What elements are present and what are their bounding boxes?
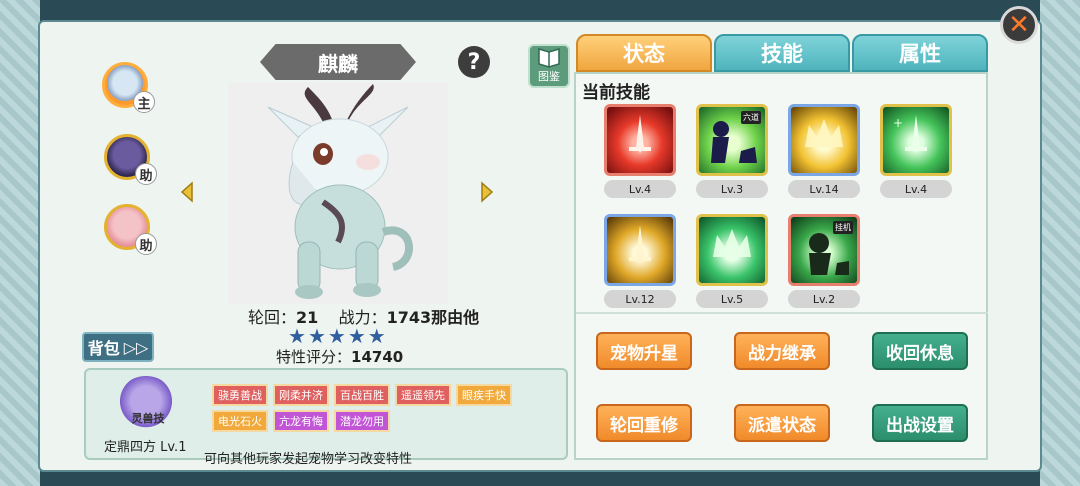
star-icon: ★	[347, 324, 366, 348]
star-icon: ★	[367, 324, 386, 348]
trait-tag[interactable]: 骁勇善战	[212, 384, 268, 406]
bag-button[interactable]: 背包 ▷▷	[82, 332, 154, 362]
star-icon: ★	[288, 324, 306, 348]
battle-settings-button[interactable]: 出战设置	[872, 404, 968, 442]
frame-bottom-bar	[0, 472, 1080, 486]
button-label: 战力继承	[748, 343, 816, 364]
skill-slot[interactable]: Lv.5	[696, 214, 772, 308]
star-icon: ★	[327, 324, 346, 348]
skill-level: Lv.4	[604, 180, 676, 198]
trait-panel: 灵兽技 定鼎四方 Lv.1 骁勇善战 刚柔并济 百战百胜 遥遥领先 眼疾手快 电…	[84, 368, 568, 460]
skill-slot[interactable]: + Lv.4	[880, 104, 956, 198]
tab-label: 技能	[761, 42, 803, 66]
button-label: 派遣状态	[748, 415, 816, 436]
green-crown-skill-icon	[696, 214, 768, 286]
close-icon: ✕	[1008, 10, 1030, 40]
green-sword-skill-icon: +	[880, 104, 952, 176]
role-avatar-assist-1[interactable]: 助	[104, 134, 157, 185]
trait-emblem-text: 灵兽技	[131, 412, 165, 425]
tab-label: 属性	[899, 42, 941, 66]
skill-level: Lv.3	[696, 180, 768, 198]
bag-label: 背包	[87, 339, 120, 358]
double-arrow-icon: ▷▷	[123, 337, 149, 357]
role-tag: 主	[133, 91, 155, 113]
skill-slot[interactable]: Lv.14	[788, 104, 864, 198]
sword-skill-icon	[604, 104, 676, 176]
skill-level: Lv.14	[788, 180, 860, 198]
tab-label: 状态	[623, 42, 665, 66]
skill-slot[interactable]: Lv.12	[604, 214, 680, 308]
tab-attributes[interactable]: 属性	[852, 34, 988, 72]
atlas-label: 图鉴	[538, 70, 560, 83]
trait-score: 特性评分：14740	[276, 346, 403, 367]
trait-score-label: 特性评分：	[276, 348, 352, 366]
gold-sword-skill-icon	[604, 214, 676, 286]
skill-badge: 六道	[741, 111, 761, 124]
help-button[interactable]: ?	[458, 46, 490, 78]
next-pet-arrow-icon[interactable]	[480, 181, 494, 203]
help-icon: ?	[467, 49, 481, 75]
trait-tag[interactable]: 遥遥领先	[395, 384, 451, 406]
book-icon	[538, 47, 560, 68]
atlas-button[interactable]: 图鉴	[528, 44, 570, 88]
skill-slot[interactable]: Lv.4	[604, 104, 680, 198]
reincarnation-reset-button[interactable]: 轮回重修	[596, 404, 692, 442]
trait-tag[interactable]: 电光石火	[212, 410, 268, 432]
star-icon: ★	[307, 324, 326, 348]
frame-top-bar	[0, 0, 1080, 22]
dispatch-status-button[interactable]: 派遣状态	[734, 404, 830, 442]
role-tag: 助	[135, 233, 157, 255]
skill-level: Lv.2	[788, 290, 860, 308]
recall-rest-button[interactable]: 收回休息	[872, 332, 968, 370]
pet-star-up-button[interactable]: 宠物升星	[596, 332, 692, 370]
tab-skills[interactable]: 技能	[714, 34, 850, 72]
trait-note: 可向其他玩家发起宠物学习改变特性	[204, 452, 413, 467]
pet-star-rating: ★ ★ ★ ★ ★	[288, 326, 386, 346]
trait-name: 定鼎四方 Lv.1	[104, 440, 187, 455]
button-label: 轮回重修	[610, 415, 678, 436]
qilin-pet-image	[267, 84, 413, 299]
skill-slot[interactable]: 挂机 Lv.2	[788, 214, 864, 308]
shadow-skill-icon: 六道	[696, 104, 768, 176]
pet-name-banner: 麒麟	[260, 44, 416, 80]
pet-portrait	[228, 82, 448, 304]
button-label: 收回休息	[886, 343, 954, 364]
role-avatar-assist-2[interactable]: 助	[104, 204, 157, 255]
section-divider	[576, 312, 988, 314]
right-decor-border	[1040, 0, 1080, 486]
button-label: 宠物升星	[610, 343, 678, 364]
trait-tag[interactable]: 潜龙勿用	[334, 410, 390, 432]
trait-tag-list: 骁勇善战 刚柔并济 百战百胜 遥遥领先 眼疾手快 电光石火 亢龙有悔 潜龙勿用	[212, 384, 512, 432]
trait-tag[interactable]: 百战百胜	[334, 384, 390, 406]
power-value: 1743那由他	[386, 308, 480, 327]
tab-status[interactable]: 状态	[576, 34, 712, 72]
prev-pet-arrow-icon[interactable]	[180, 181, 194, 203]
skill-slot[interactable]: 六道 Lv.3	[696, 104, 772, 198]
role-tag: 助	[135, 163, 157, 185]
skill-level: Lv.12	[604, 290, 676, 308]
crown-skill-icon	[788, 104, 860, 176]
svg-text:+: +	[893, 116, 903, 130]
idle-skill-icon: 挂机	[788, 214, 860, 286]
trait-tag[interactable]: 刚柔并济	[273, 384, 329, 406]
close-button[interactable]: ✕	[1000, 6, 1038, 44]
skill-badge: 挂机	[833, 221, 853, 234]
trait-score-value: 14740	[351, 348, 404, 366]
trait-tag[interactable]: 亢龙有悔	[273, 410, 329, 432]
pet-name: 麒麟	[318, 51, 358, 76]
power-inherit-button[interactable]: 战力继承	[734, 332, 830, 370]
trait-tag[interactable]: 眼疾手快	[456, 384, 512, 406]
button-label: 出战设置	[886, 415, 954, 436]
skill-level: Lv.5	[696, 290, 768, 308]
role-avatar-main[interactable]: 主	[102, 62, 155, 113]
current-skills-heading: 当前技能	[582, 83, 650, 103]
skill-level: Lv.4	[880, 180, 952, 198]
left-decor-border	[0, 0, 40, 486]
